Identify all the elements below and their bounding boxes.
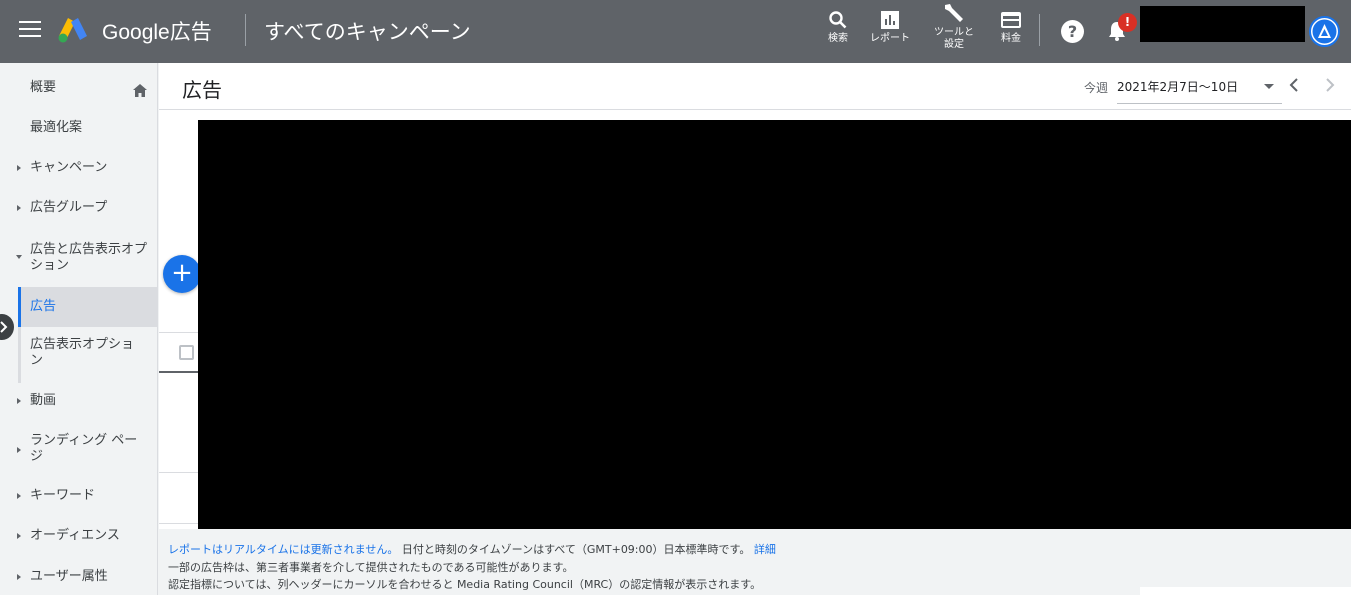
nav-label: 広告グループ: [30, 200, 108, 215]
table-divider: [159, 523, 199, 524]
footer-notes: レポートはリアルタイムには更新されません。 日付と時刻のタイムゾーンはすべて（G…: [159, 529, 1351, 595]
nav-label: ランディング ページ: [30, 433, 138, 464]
billing-button[interactable]: 料金: [994, 10, 1028, 45]
divider: [1039, 14, 1040, 46]
nav-landing-pages[interactable]: ランディング ページ: [0, 433, 158, 467]
nav-label: ユーザー属性: [30, 569, 108, 584]
billing-label: 料金: [1001, 33, 1021, 44]
nav-label: 最適化案: [30, 120, 83, 135]
nav-label: 広告表示オプション: [30, 337, 135, 368]
chevron-right-icon: [0, 321, 8, 333]
nav-label: 広告と広告表示オプション: [30, 242, 148, 273]
page-title: 広告: [182, 80, 222, 102]
chevron-right-icon[interactable]: [1323, 77, 1337, 93]
divider: [245, 14, 246, 46]
account-avatar[interactable]: [1309, 16, 1340, 47]
dropdown-arrow-icon: [1264, 84, 1274, 89]
bar-chart-icon: [881, 11, 899, 29]
search-icon: [829, 11, 847, 29]
table-header-border: [159, 371, 199, 373]
nav-label: 概要: [30, 80, 57, 95]
avatar-logo-icon: [1312, 19, 1337, 44]
nav-campaigns[interactable]: キャンペーン: [0, 160, 158, 182]
tools-label-line2: 設定: [944, 39, 964, 50]
nav-recommendations[interactable]: 最適化案: [0, 120, 158, 142]
chevron-left-icon[interactable]: [1287, 77, 1301, 93]
expand-arrow-icon: [17, 447, 21, 453]
nav-label: 動画: [30, 393, 57, 408]
nav-label: キャンペーン: [30, 160, 108, 175]
nav-ads[interactable]: 広告: [0, 287, 158, 327]
realtime-notice-link[interactable]: レポートはリアルタイムには更新されません。: [168, 543, 398, 556]
help-icon[interactable]: ?: [1061, 20, 1084, 43]
side-navigation: 概要 最適化案 キャンペーン 広告グループ 広告と広告表示オプション 広告 広告…: [0, 63, 158, 595]
timezone-text: 日付と時刻のタイムゾーンはすべて（GMT+09:00）日本標準時です。: [401, 543, 751, 556]
collapse-arrow-icon: [16, 255, 22, 259]
wrench-icon: [945, 4, 963, 22]
add-ad-button[interactable]: +: [163, 255, 201, 293]
account-redacted[interactable]: [1140, 6, 1305, 42]
notification-alert-badge: !: [1118, 13, 1137, 32]
expand-arrow-icon: [17, 493, 21, 499]
expand-arrow-icon: [17, 205, 21, 211]
nav-ad-groups[interactable]: 広告グループ: [0, 200, 158, 222]
expand-arrow-icon: [17, 165, 21, 171]
top-app-bar: Google広告 すべてのキャンペーン 検索 レポート ツールと 設定 料金 ?…: [0, 0, 1351, 63]
tools-label-line1: ツールと: [934, 27, 974, 38]
redacted-content-area: [198, 120, 1351, 529]
nav-ads-and-extensions[interactable]: 広告と広告表示オプション: [0, 242, 158, 276]
expand-arrow-icon: [17, 574, 21, 580]
search-label: 検索: [828, 33, 848, 44]
nav-keywords[interactable]: キーワード: [0, 488, 158, 510]
tools-settings-button[interactable]: ツールと 設定: [929, 2, 979, 51]
menu-icon[interactable]: [19, 21, 41, 39]
table-divider: [159, 472, 199, 473]
select-all-checkbox[interactable]: [179, 345, 194, 360]
nav-label: オーディエンス: [30, 528, 120, 543]
search-button[interactable]: 検索: [822, 10, 854, 45]
footer-line-2: 一部の広告枠は、第三者事業者を介して提供されたものである可能性があります。: [168, 561, 574, 574]
details-link[interactable]: 詳細: [754, 543, 776, 556]
date-range-value: 2021年2月7日～10日: [1117, 80, 1239, 94]
expand-arrow-icon: [17, 533, 21, 539]
home-icon[interactable]: [133, 84, 147, 97]
footer-line-3: 認定指標については、列ヘッダーにカーソルを合わせると Media Rating …: [168, 578, 762, 591]
reports-button[interactable]: レポート: [866, 10, 914, 45]
page-header: 広告 今週 2021年2月7日～10日: [159, 63, 1351, 110]
nav-label: キーワード: [30, 488, 96, 503]
footer-panel-edge: [1140, 587, 1351, 595]
nav-audiences[interactable]: オーディエンス: [0, 528, 158, 550]
nav-ad-extensions[interactable]: 広告表示オプション: [0, 337, 158, 371]
nav-videos[interactable]: 動画: [0, 393, 158, 415]
breadcrumb-all-campaigns[interactable]: すべてのキャンペーン: [264, 16, 471, 46]
main-content: 広告 今週 2021年2月7日～10日 +: [159, 63, 1351, 595]
product-name[interactable]: Google広告: [102, 16, 212, 46]
reports-label: レポート: [870, 33, 910, 44]
table-divider: [159, 332, 199, 333]
footer-line-1: レポートはリアルタイムには更新されません。 日付と時刻のタイムゾーンはすべて（G…: [168, 541, 776, 557]
expand-arrow-icon: [17, 398, 21, 404]
date-range-prefix: 今週: [1084, 81, 1109, 95]
google-ads-logo-icon: [58, 18, 87, 43]
credit-card-icon: [1001, 12, 1021, 28]
nav-label: 広告: [30, 299, 57, 314]
nav-demographics[interactable]: ユーザー属性: [0, 569, 158, 591]
date-range-selector[interactable]: 2021年2月7日～10日: [1117, 78, 1282, 104]
